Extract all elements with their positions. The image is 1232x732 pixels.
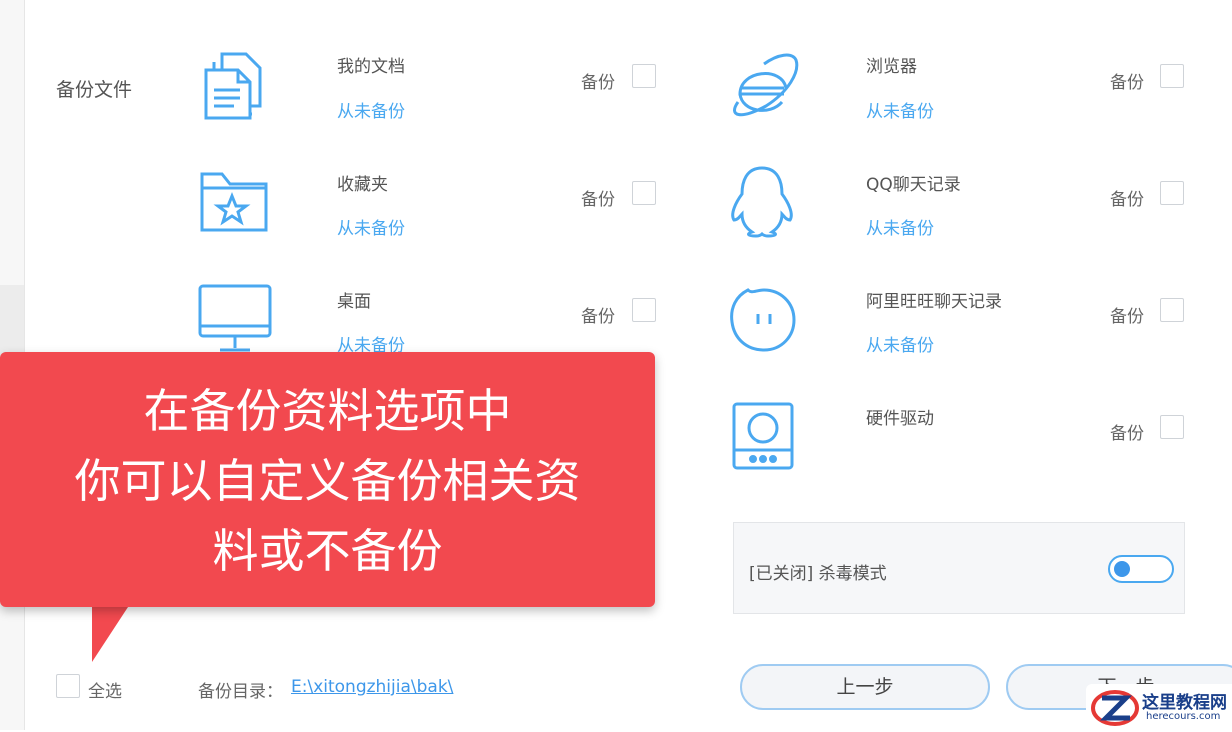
- browser-icon: [726, 50, 802, 124]
- favorites-folder-icon: [198, 170, 272, 238]
- watermark-logo-icon: [1090, 688, 1140, 732]
- backup-checkbox-documents[interactable]: [632, 64, 656, 88]
- aliwangwang-icon: [726, 282, 800, 360]
- backup-label: 备份: [581, 190, 615, 210]
- item-name-qq: QQ聊天记录: [866, 175, 961, 195]
- item-name-aliwangwang: 阿里旺旺聊天记录: [866, 292, 1002, 312]
- backup-label: 备份: [1110, 307, 1144, 327]
- prev-step-button[interactable]: 上一步: [740, 664, 990, 710]
- hardware-driver-icon: [730, 400, 796, 476]
- callout-line-1: 在备份资料选项中: [143, 384, 512, 438]
- item-name-documents: 我的文档: [337, 57, 405, 77]
- item-name-favorites: 收藏夹: [337, 175, 388, 195]
- antivirus-mode-label: [已关闭] 杀毒模式: [749, 564, 887, 584]
- callout-pointer: [92, 604, 130, 662]
- backup-checkbox-aliwangwang[interactable]: [1160, 298, 1184, 322]
- backup-checkbox-hardware-driver[interactable]: [1160, 415, 1184, 439]
- item-name-desktop: 桌面: [337, 292, 371, 312]
- item-status-aliwangwang: 从未备份: [866, 336, 934, 356]
- toggle-knob: [1114, 561, 1130, 577]
- documents-icon: [200, 48, 270, 126]
- section-label: 备份文件: [56, 79, 133, 101]
- item-name-browser: 浏览器: [866, 57, 917, 77]
- item-status-favorites: 从未备份: [337, 219, 405, 239]
- backup-checkbox-desktop[interactable]: [632, 298, 656, 322]
- backup-label: 备份: [1110, 190, 1144, 210]
- antivirus-toggle[interactable]: [1108, 555, 1174, 583]
- backup-checkbox-favorites[interactable]: [632, 181, 656, 205]
- item-status-qq: 从未备份: [866, 219, 934, 239]
- watermark-title: 这里教程网: [1142, 693, 1227, 713]
- select-all-label: 全选: [88, 682, 122, 702]
- qq-penguin-icon: [726, 164, 798, 242]
- callout-line-2: 你可以自定义备份相关资: [74, 454, 581, 508]
- backup-label: 备份: [581, 307, 615, 327]
- desktop-monitor-icon: [196, 282, 274, 360]
- callout-line-3: 料或不备份: [212, 524, 443, 578]
- item-status-browser: 从未备份: [866, 102, 934, 122]
- antivirus-mode-panel: [已关闭] 杀毒模式: [733, 522, 1185, 614]
- backup-checkbox-qq[interactable]: [1160, 181, 1184, 205]
- backup-dir-link[interactable]: E:\xitongzhijia\bak\: [291, 677, 453, 697]
- backup-dir-label: 备份目录：: [198, 682, 283, 702]
- tutorial-callout: 在备份资料选项中 你可以自定义备份相关资 料或不备份: [0, 352, 655, 607]
- select-all-checkbox[interactable]: [56, 674, 80, 698]
- item-name-hardware-driver: 硬件驱动: [866, 409, 934, 429]
- backup-label: 备份: [1110, 73, 1144, 93]
- site-watermark: 这里教程网 herecours.com: [1086, 684, 1232, 730]
- item-status-documents: 从未备份: [337, 102, 405, 122]
- backup-label: 备份: [581, 73, 615, 93]
- watermark-url: herecours.com: [1146, 711, 1221, 722]
- backup-label: 备份: [1110, 424, 1144, 444]
- backup-checkbox-browser[interactable]: [1160, 64, 1184, 88]
